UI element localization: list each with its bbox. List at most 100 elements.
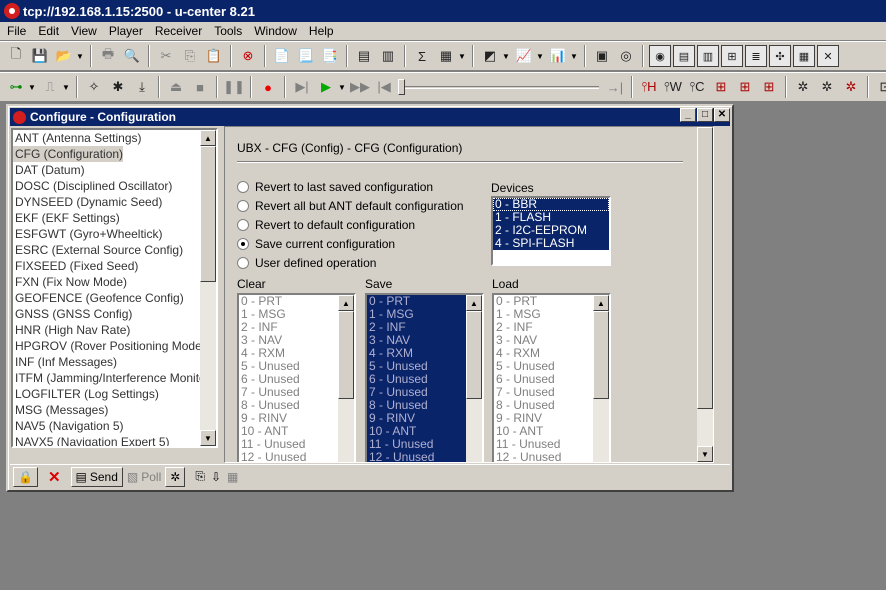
hot-start-icon[interactable]: ⫯H (638, 76, 660, 98)
scroll-down-icon[interactable]: ▼ (200, 430, 216, 446)
config3-icon[interactable]: ✲ (840, 76, 862, 98)
menu-edit[interactable]: Edit (31, 24, 64, 38)
settings-icon[interactable]: ✲ (165, 466, 186, 487)
scroll-thumb[interactable] (200, 146, 216, 282)
play-icon[interactable]: ▶ (315, 76, 337, 98)
lock-icon[interactable]: 🔒 (13, 466, 38, 487)
list-item[interactable]: GEOFENCE (Geofence Config) (13, 290, 216, 306)
menu-view[interactable]: View (64, 24, 102, 38)
config2-icon[interactable]: ✲ (816, 76, 838, 98)
paste-icon[interactable]: 📋 (203, 45, 225, 67)
bug-icon[interactable]: ✱ (107, 76, 129, 98)
scroll-thumb[interactable] (466, 311, 482, 399)
radio-option[interactable]: Save current configuration (237, 236, 395, 252)
eject-icon[interactable]: ⏏ (165, 76, 187, 98)
clear-scrollbar[interactable]: ▲ (338, 295, 354, 462)
table-icon[interactable]: ▦ (435, 45, 457, 67)
record-icon[interactable]: ● (257, 76, 279, 98)
list-item[interactable]: 4 - SPI-FLASH (493, 237, 609, 250)
save-scrollbar[interactable]: ▲ (466, 295, 482, 462)
menu-window[interactable]: Window (247, 24, 302, 38)
pane2-icon[interactable]: ▤ (673, 45, 695, 67)
scroll-thumb[interactable] (338, 311, 354, 399)
message-list[interactable]: ANT (Antenna Settings) CFG (Configuration… (11, 128, 218, 448)
baud-icon[interactable]: ⎍ (39, 76, 61, 98)
scroll-up-icon[interactable]: ▲ (593, 295, 609, 311)
cold-start-icon[interactable]: ⫯C (686, 76, 708, 98)
save-list[interactable]: 0 - PRT 1 - MSG 2 - INF 3 - NAV 4 - RXM 5 - U… (365, 293, 484, 463)
view2-icon[interactable]: ▥ (377, 45, 399, 67)
chart-icon[interactable]: ◩ (479, 45, 501, 67)
list-item[interactable]: ESRC (External Source Config) (13, 242, 216, 258)
list-item[interactable]: 12 - Unused (239, 451, 354, 463)
close-button[interactable]: ✕ (714, 108, 730, 122)
step-icon[interactable]: ▶| (291, 76, 313, 98)
list-item[interactable]: ITFM (Jamming/Interference Monitor) (13, 370, 216, 386)
radio-option[interactable]: Revert all but ANT default configuration (237, 198, 464, 214)
delete-icon[interactable]: ✕ (46, 467, 63, 487)
config-icon[interactable]: ✲ (792, 76, 814, 98)
pause-icon[interactable]: ❚❚ (223, 76, 245, 98)
list-item[interactable]: DAT (Datum) (13, 162, 216, 178)
sigma-icon[interactable]: Σ (411, 45, 433, 67)
docs3-icon[interactable]: 📑 (319, 45, 341, 67)
grid-icon[interactable]: ▦ (225, 467, 240, 487)
msg2-icon[interactable]: ⊞ (758, 76, 780, 98)
menu-file[interactable]: File (0, 24, 31, 38)
pane1-icon[interactable]: ◉ (649, 45, 671, 67)
list-item[interactable]: HPGROV (Rover Positioning Mode) (13, 338, 216, 354)
pane8-icon[interactable]: ✕ (817, 45, 839, 67)
window-icon[interactable]: ▣ (591, 45, 613, 67)
list-item[interactable]: NAV5 (Navigation 5) (13, 418, 216, 434)
stop-icon[interactable]: ⊗ (237, 45, 259, 67)
maximize-button[interactable]: □ (697, 108, 713, 122)
view1-icon[interactable]: ▤ (353, 45, 375, 67)
pane6-icon[interactable]: ✣ (769, 45, 791, 67)
scroll-thumb[interactable] (593, 311, 609, 399)
list-item[interactable]: ESFGWT (Gyro+Wheeltick) (13, 226, 216, 242)
list-item[interactable]: DOSC (Disciplined Oscillator) (13, 178, 216, 194)
warm-start-icon[interactable]: ⫯W (662, 76, 684, 98)
cut-icon[interactable]: ✂ (155, 45, 177, 67)
wand-icon[interactable]: ✧ (83, 76, 105, 98)
list-item[interactable]: DYNSEED (Dynamic Seed) (13, 194, 216, 210)
list-item[interactable]: ANT (Antenna Settings) (13, 130, 216, 146)
docs2-icon[interactable]: 📃 (295, 45, 317, 67)
list-item[interactable]: MSG (Messages) (13, 402, 216, 418)
menu-help[interactable]: Help (302, 24, 339, 38)
radio-option[interactable]: User defined operation (237, 255, 376, 271)
load-list[interactable]: 0 - PRT 1 - MSG 2 - INF 3 - NAV 4 - RXM 5 - U… (492, 293, 611, 463)
menu-receiver[interactable]: Receiver (148, 24, 207, 38)
radar-icon[interactable]: ◎ (615, 45, 637, 67)
end-icon[interactable]: →| (604, 76, 626, 98)
slider-thumb[interactable] (398, 79, 405, 95)
list-item[interactable]: 12 - Unused (494, 451, 609, 463)
list-item[interactable]: FXN (Fix Now Mode) (13, 274, 216, 290)
save-icon[interactable]: 💾 (29, 45, 51, 67)
list-item[interactable]: INF (Inf Messages) (13, 354, 216, 370)
scroll-up-icon[interactable]: ▲ (338, 295, 354, 311)
connect-icon[interactable]: ⊶ (5, 76, 27, 98)
list-item[interactable]: HNR (High Nav Rate) (13, 322, 216, 338)
poll-button[interactable]: ▧ Poll (125, 467, 163, 487)
print-icon[interactable]: 🖶 (97, 45, 119, 67)
load-scrollbar[interactable]: ▲ (593, 295, 609, 462)
list-item[interactable]: FIXSEED (Fixed Seed) (13, 258, 216, 274)
radio-button[interactable] (237, 257, 249, 269)
list-item[interactable]: EKF (EKF Settings) (13, 210, 216, 226)
radio-option[interactable]: Revert to default configuration (237, 217, 415, 233)
pane4-icon[interactable]: ⊞ (721, 45, 743, 67)
msg-icon[interactable]: ⊞ (734, 76, 756, 98)
radio-button[interactable] (237, 238, 249, 250)
fast-forward-icon[interactable]: ▶▶ (349, 76, 371, 98)
radio-option[interactable]: Revert to last saved configuration (237, 179, 433, 195)
open-icon[interactable]: 📂 (53, 45, 75, 67)
minimize-button[interactable]: _ (680, 108, 696, 122)
scroll-up-icon[interactable]: ▲ (200, 130, 216, 146)
send-button[interactable]: ▤ Send (70, 466, 123, 487)
radio-button[interactable] (237, 181, 249, 193)
menu-player[interactable]: Player (102, 24, 148, 38)
list-item[interactable]: 12 - Unused (367, 451, 482, 463)
radio-button[interactable] (237, 219, 249, 231)
list-item[interactable]: NAVX5 (Navigation Expert 5) (13, 434, 216, 446)
